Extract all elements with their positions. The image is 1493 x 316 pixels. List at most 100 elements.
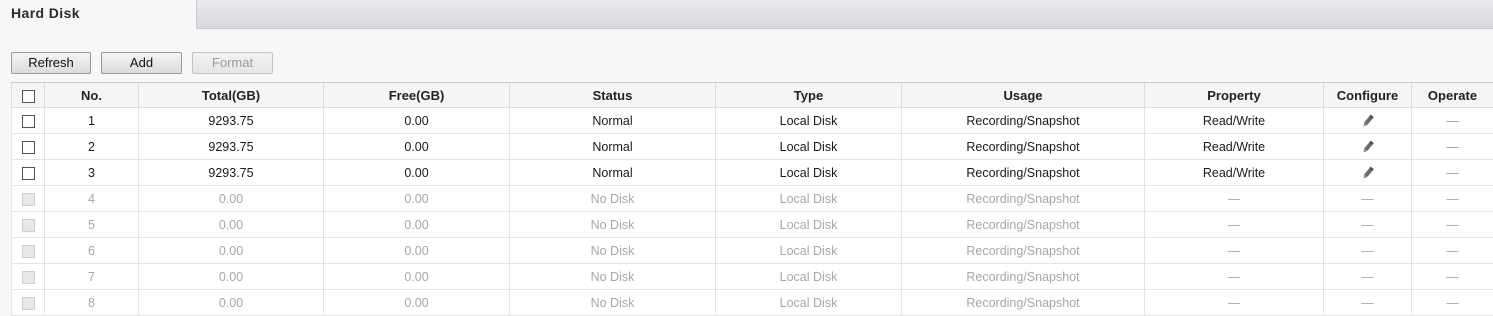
cell-no: 6: [45, 238, 139, 264]
row-select-cell[interactable]: [12, 212, 45, 238]
format-button[interactable]: Format: [192, 52, 273, 74]
cell-free: 0.00: [324, 212, 510, 238]
cell-status: Normal: [510, 134, 716, 160]
cell-usage: Recording/Snapshot: [902, 238, 1145, 264]
select-all-cell[interactable]: [12, 83, 45, 108]
header-status: Status: [510, 83, 716, 108]
cell-total: 9293.75: [139, 108, 324, 134]
table-row[interactable]: 29293.750.00NormalLocal DiskRecording/Sn…: [12, 134, 1493, 160]
select-all-checkbox[interactable]: [22, 90, 35, 103]
cell-type: Local Disk: [716, 238, 902, 264]
cell-usage: Recording/Snapshot: [902, 160, 1145, 186]
header-operate: Operate: [1412, 83, 1493, 108]
header-free: Free(GB): [324, 83, 510, 108]
cell-type: Local Disk: [716, 160, 902, 186]
table-row[interactable]: 39293.750.00NormalLocal DiskRecording/Sn…: [12, 160, 1493, 186]
cell-property: Read/Write: [1145, 160, 1324, 186]
cell-no: 1: [45, 108, 139, 134]
row-select-cell[interactable]: [12, 160, 45, 186]
refresh-button[interactable]: Refresh: [11, 52, 91, 74]
cell-usage: Recording/Snapshot: [902, 108, 1145, 134]
row-checkbox[interactable]: [22, 245, 35, 258]
cell-no: 7: [45, 264, 139, 290]
cell-configure[interactable]: [1324, 108, 1412, 134]
cell-property: —: [1145, 186, 1324, 212]
cell-type: Local Disk: [716, 186, 902, 212]
cell-configure: —: [1324, 238, 1412, 264]
cell-property: —: [1145, 212, 1324, 238]
cell-total: 0.00: [139, 212, 324, 238]
row-select-cell[interactable]: [12, 238, 45, 264]
cell-configure[interactable]: [1324, 134, 1412, 160]
header-type: Type: [716, 83, 902, 108]
row-checkbox[interactable]: [22, 271, 35, 284]
hard-disk-table: No. Total(GB) Free(GB) Status Type Usage…: [11, 82, 1493, 316]
cell-total: 9293.75: [139, 134, 324, 160]
table-row[interactable]: 60.000.00No DiskLocal DiskRecording/Snap…: [12, 238, 1493, 264]
cell-operate: —: [1412, 108, 1493, 134]
row-checkbox[interactable]: [22, 167, 35, 180]
header-property: Property: [1145, 83, 1324, 108]
cell-operate: —: [1412, 134, 1493, 160]
table-row[interactable]: 19293.750.00NormalLocal DiskRecording/Sn…: [12, 108, 1493, 134]
row-checkbox[interactable]: [22, 297, 35, 310]
table-row[interactable]: 70.000.00No DiskLocal DiskRecording/Snap…: [12, 264, 1493, 290]
cell-total: 0.00: [139, 186, 324, 212]
cell-usage: Recording/Snapshot: [902, 212, 1145, 238]
cell-total: 0.00: [139, 238, 324, 264]
table-row[interactable]: 40.000.00No DiskLocal DiskRecording/Snap…: [12, 186, 1493, 212]
cell-operate: —: [1412, 186, 1493, 212]
header-configure: Configure: [1324, 83, 1412, 108]
row-checkbox[interactable]: [22, 193, 35, 206]
cell-free: 0.00: [324, 264, 510, 290]
row-checkbox[interactable]: [22, 219, 35, 232]
cell-type: Local Disk: [716, 134, 902, 160]
header-total: Total(GB): [139, 83, 324, 108]
cell-configure: —: [1324, 212, 1412, 238]
cell-status: Normal: [510, 108, 716, 134]
table-row[interactable]: 50.000.00No DiskLocal DiskRecording/Snap…: [12, 212, 1493, 238]
cell-no: 5: [45, 212, 139, 238]
cell-operate: —: [1412, 212, 1493, 238]
cell-property: —: [1145, 238, 1324, 264]
row-select-cell[interactable]: [12, 134, 45, 160]
cell-status: No Disk: [510, 186, 716, 212]
tab-title: Hard Disk: [11, 5, 80, 21]
cell-property: Read/Write: [1145, 108, 1324, 134]
edit-pencil-icon[interactable]: [1360, 113, 1376, 127]
cell-no: 3: [45, 160, 139, 186]
cell-status: No Disk: [510, 264, 716, 290]
cell-status: No Disk: [510, 238, 716, 264]
row-checkbox[interactable]: [22, 141, 35, 154]
cell-type: Local Disk: [716, 212, 902, 238]
row-select-cell[interactable]: [12, 186, 45, 212]
cell-operate: —: [1412, 238, 1493, 264]
cell-free: 0.00: [324, 238, 510, 264]
row-checkbox[interactable]: [22, 115, 35, 128]
row-select-cell[interactable]: [12, 264, 45, 290]
cell-property: Read/Write: [1145, 134, 1324, 160]
row-select-cell[interactable]: [12, 108, 45, 134]
cell-property: —: [1145, 264, 1324, 290]
header-no: No.: [45, 83, 139, 108]
tab-hard-disk[interactable]: Hard Disk: [0, 0, 197, 29]
cell-operate: —: [1412, 264, 1493, 290]
cell-configure[interactable]: [1324, 160, 1412, 186]
cell-type: Local Disk: [716, 264, 902, 290]
cell-no: 4: [45, 186, 139, 212]
cell-free: 0.00: [324, 160, 510, 186]
header-usage: Usage: [902, 83, 1145, 108]
cell-type: Local Disk: [716, 108, 902, 134]
table-header-row: No. Total(GB) Free(GB) Status Type Usage…: [12, 83, 1493, 108]
add-button[interactable]: Add: [101, 52, 182, 74]
edit-pencil-icon[interactable]: [1360, 165, 1376, 179]
cell-status: No Disk: [510, 212, 716, 238]
cell-free: 0.00: [324, 108, 510, 134]
cell-total: 0.00: [139, 264, 324, 290]
edit-pencil-icon[interactable]: [1360, 139, 1376, 153]
cell-configure: —: [1324, 186, 1412, 212]
cell-usage: Recording/Snapshot: [902, 264, 1145, 290]
cell-operate: —: [1412, 160, 1493, 186]
cell-free: 0.00: [324, 186, 510, 212]
cell-no: 2: [45, 134, 139, 160]
